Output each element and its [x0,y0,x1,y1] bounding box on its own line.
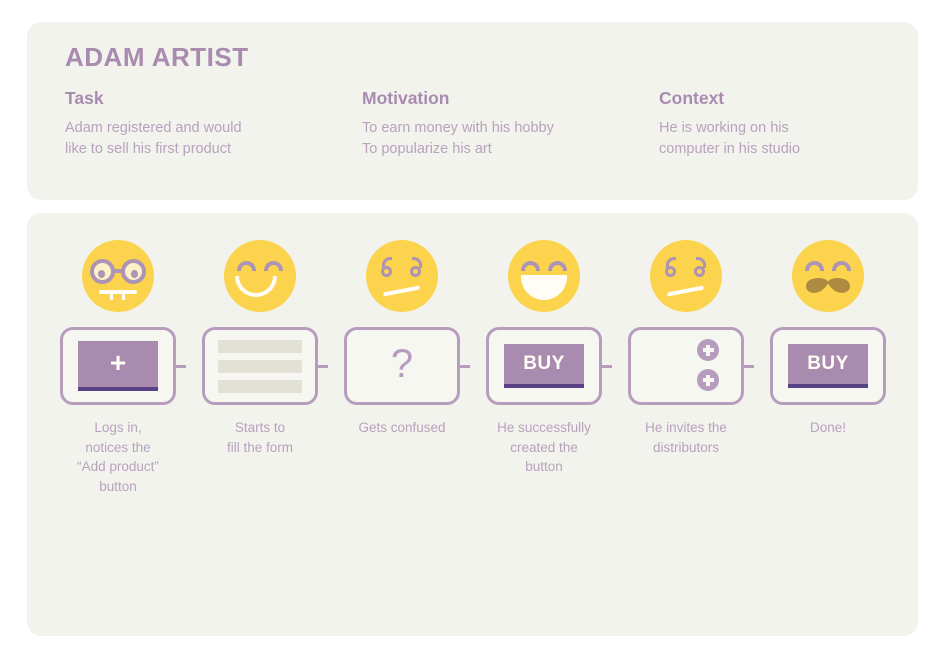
final-buy-button-card[interactable]: BUY [770,327,886,405]
journey-step-2: Starts to fill the form [189,240,331,496]
form-line [218,339,302,353]
form-line [218,379,302,393]
journey-step-4: BUY He successfully created the button [473,240,615,496]
smiling-face-icon [224,240,296,312]
form-line [218,359,302,373]
form-field-lines [218,339,302,393]
add-product-button-card[interactable]: + [60,327,186,405]
buy-button[interactable]: BUY [504,344,584,388]
confused-face-icon [366,240,438,312]
journey-step-5: He invites the distributors [615,240,757,496]
add-distributor-plus-icon[interactable] [697,339,719,361]
journey-step-5-caption: He invites the distributors [645,420,727,455]
final-buy-button[interactable]: BUY [788,344,868,388]
step-connector-4 [599,364,612,368]
column-heading-task: Task [65,88,104,108]
column-heading-motivation: Motivation [362,88,450,108]
column-body-task: Adam registered and would like to sell h… [65,120,242,157]
journey-steps: + Logs in, notices the “Add product” but… [47,240,899,496]
mustache-shape-icon [805,278,851,293]
step-connector-3 [457,364,470,368]
invite-distributors-card[interactable] [628,327,754,405]
page-title: ADAM ARTIST [65,42,249,72]
persona-column-task: Task Adam registered and would like to s… [65,88,362,159]
persona-header-panel: ADAM ARTIST Task Adam registered and wou… [27,22,918,200]
journey-step-3-caption: Gets confused [358,420,446,435]
buy-button-card[interactable]: BUY [486,327,612,405]
journey-step-2-caption: Starts to fill the form [226,420,294,455]
confused-face-icon [650,240,722,312]
step-connector-2 [315,364,328,368]
form-fields-card[interactable] [202,327,328,405]
journey-map-panel: + Logs in, notices the “Add product” but… [27,213,918,636]
add-product-button[interactable]: + [78,341,158,391]
persona-column-context: Context He is working on his computer in… [659,88,909,159]
question-mark-card[interactable]: ? [344,327,470,405]
grinning-face-icon [508,240,580,312]
column-body-context: He is working on his computer in his stu… [659,120,801,157]
persona-column-motivation: Motivation To earn money with his hobby … [362,88,659,159]
invite-plus-icons [697,339,719,391]
journey-step-6-caption: Done! [809,420,847,435]
step-connector-1 [173,364,186,368]
step-connector-5 [741,364,754,368]
mustache-face-icon [792,240,864,312]
add-distributor-plus-icon[interactable] [697,369,719,391]
persona-columns: Task Adam registered and would like to s… [65,88,898,159]
journey-step-1-caption: Logs in, notices the “Add product” butto… [77,420,159,494]
journey-step-6: BUY Done! [757,240,899,496]
journey-step-1: + Logs in, notices the “Add product” but… [47,240,189,496]
column-heading-context: Context [659,88,725,108]
journey-step-4-caption: He successfully created the button [497,420,591,475]
nerd-glasses-face-icon [82,240,154,312]
question-mark-icon: ? [390,342,414,386]
journey-step-3: ? Gets confused [331,240,473,496]
column-body-motivation: To earn money with his hobby To populari… [362,120,554,157]
